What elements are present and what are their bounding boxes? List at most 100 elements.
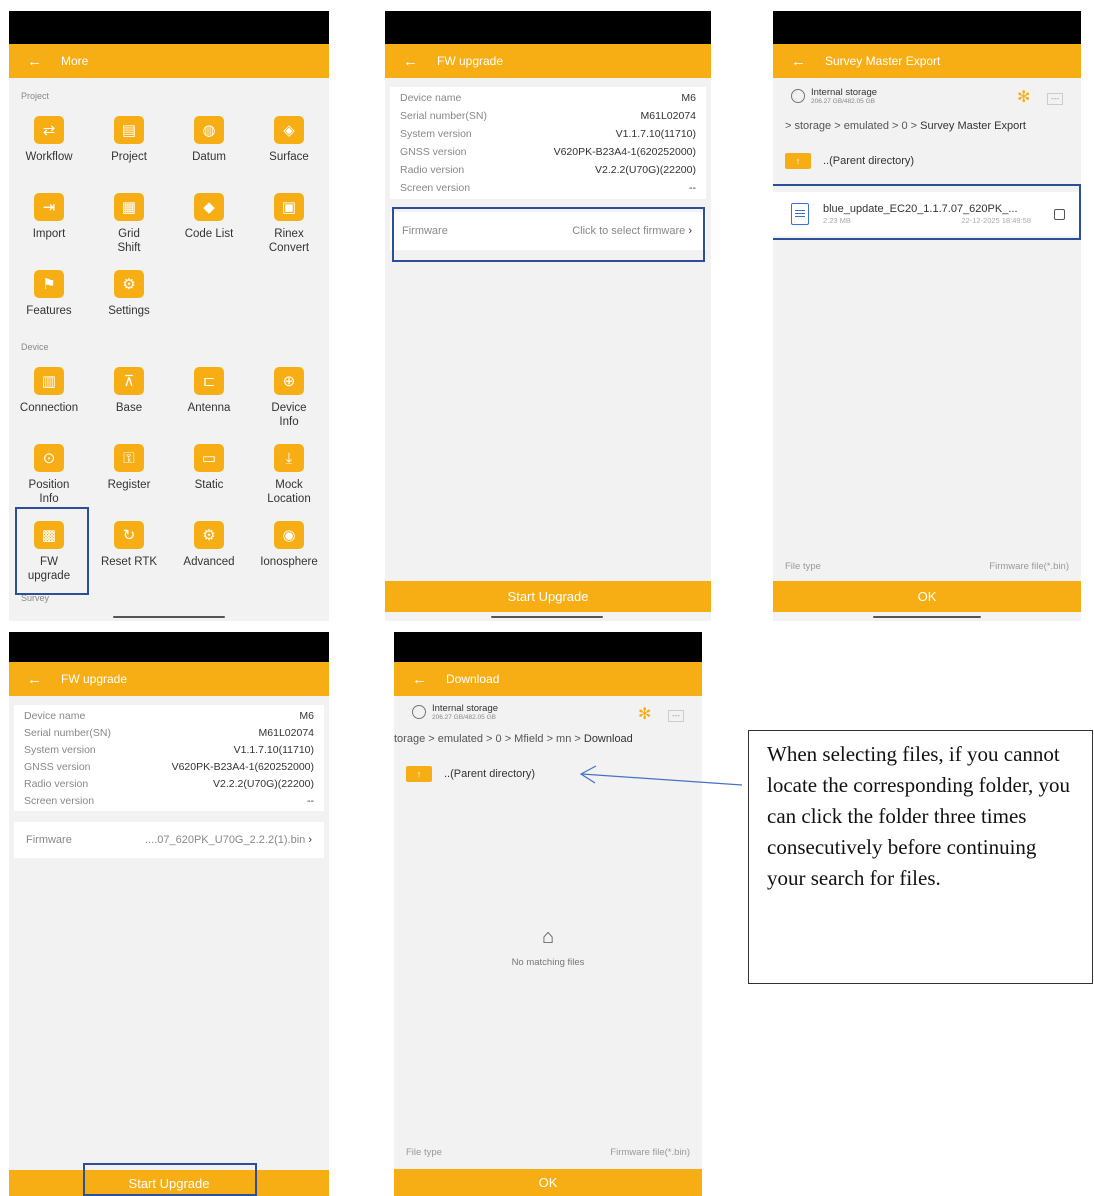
status-bar xyxy=(385,11,711,44)
project-icon: ▤ xyxy=(114,116,144,144)
page-title: Survey Master Export xyxy=(825,54,941,68)
menu-item-device-info[interactable]: ⊕ Device Info xyxy=(249,367,329,429)
chevron-right-icon: › xyxy=(308,834,312,846)
menu-item-import[interactable]: ⇥ Import xyxy=(9,193,89,241)
info-row: System version V1.1.7.10(11710) xyxy=(24,741,314,758)
surface-icon: ◈ xyxy=(274,116,304,144)
menu-item-datum[interactable]: ◍ Datum xyxy=(169,116,249,164)
storage-title: Internal storage xyxy=(432,703,499,714)
menu-item-workflow[interactable]: ⇄ Workflow xyxy=(9,116,89,164)
info-key: Device name xyxy=(24,709,86,722)
menu-item-reset-rtk[interactable]: ↻ Reset RTK xyxy=(89,521,169,569)
menu-item-static[interactable]: ▭ Static xyxy=(169,444,249,492)
info-row: System version V1.1.7.10(11710) xyxy=(400,125,696,143)
rinex-icon: ▣ xyxy=(274,193,304,221)
features-icon: ⚑ xyxy=(34,270,64,298)
storage-selector[interactable]: Internal storage 206.27 GB/482.05 GB xyxy=(412,703,498,721)
menu-item-base[interactable]: ⊼ Base xyxy=(89,367,169,415)
key-icon: ⚿ xyxy=(114,444,144,472)
menu-item-rinex-convert[interactable]: ▣ Rinex Convert xyxy=(249,193,329,255)
info-row: Device name M6 xyxy=(400,89,696,107)
storage-circle-icon xyxy=(791,89,805,103)
status-bar xyxy=(9,632,329,662)
info-row: Radio version V2.2.2(U70G)(22200) xyxy=(24,775,314,792)
bluetooth-icon[interactable]: ✻ xyxy=(638,704,651,724)
tag-icon: ◆ xyxy=(194,193,224,221)
status-bar xyxy=(9,11,329,44)
breadcrumb-prefix[interactable]: torage > emulated > 0 > Mfield > mn > xyxy=(394,733,584,745)
storage-capacity: 206.27 GB/482.05 GB xyxy=(811,98,875,105)
breadcrumb-current: Survey Master Export xyxy=(920,120,1026,132)
menu-item-ionosphere[interactable]: ◉ Ionosphere xyxy=(249,521,329,569)
menu-item-label: Ionosphere xyxy=(260,556,318,568)
menu-item-label: Static xyxy=(194,479,224,491)
menu-item-position-info[interactable]: ⊙ Position Info xyxy=(9,444,89,506)
more-options-icon[interactable]: --- xyxy=(1047,93,1063,105)
empty-state-text: No matching files xyxy=(511,957,585,968)
menu-item-label: Datum xyxy=(192,151,226,163)
ok-button[interactable]: OK xyxy=(394,1169,702,1196)
menu-item-label: Device Info xyxy=(271,402,307,428)
menu-item-label: Reset RTK xyxy=(100,556,158,568)
back-arrow-icon[interactable]: ← xyxy=(791,53,811,70)
firmware-row-highlight xyxy=(392,207,705,262)
menu-item-label: Antenna xyxy=(187,402,231,414)
info-row: Screen version -- xyxy=(24,792,314,809)
back-arrow-icon[interactable]: ← xyxy=(403,53,423,70)
import-icon: ⇥ xyxy=(34,193,64,221)
menu-item-mock-location[interactable]: ⤓ Mock Location xyxy=(249,444,329,506)
parent-directory-label: ..(Parent directory) xyxy=(444,768,536,780)
file-type-value[interactable]: Firmware file(*.bin) xyxy=(989,561,1069,572)
info-key: System version xyxy=(400,128,472,140)
page-title: FW upgrade xyxy=(437,54,504,68)
app-bar: ← FW upgrade xyxy=(385,44,711,78)
page-title: Download xyxy=(446,672,500,686)
firmware-select-row[interactable]: Firmware ....07_620PK_U70G_2.2.2(1).bin … xyxy=(14,822,324,858)
menu-item-antenna[interactable]: ⊏ Antenna xyxy=(169,367,249,415)
menu-item-code-list[interactable]: ◆ Code List xyxy=(169,193,249,241)
breadcrumb: torage > emulated > 0 > Mfield > mn > Do… xyxy=(394,733,633,745)
menu-item-label: Import xyxy=(32,228,66,240)
more-options-icon[interactable]: --- xyxy=(668,710,684,722)
info-value: V620PK-B23A4-1(620252000) xyxy=(553,146,696,158)
menu-item-register[interactable]: ⚿ Register xyxy=(89,444,169,492)
menu-item-label: Project xyxy=(111,151,147,163)
status-bar xyxy=(394,632,702,662)
back-arrow-icon[interactable]: ← xyxy=(412,671,432,688)
start-upgrade-button[interactable]: Start Upgrade xyxy=(385,581,711,612)
firmware-label: Firmware xyxy=(26,834,72,846)
info-key: GNSS version xyxy=(400,146,467,158)
back-arrow-icon[interactable]: ← xyxy=(27,53,47,70)
position-icon: ⊙ xyxy=(34,444,64,472)
menu-item-surface[interactable]: ◈ Surface xyxy=(249,116,329,164)
menu-item-grid-shift[interactable]: ▦ Grid Shift xyxy=(89,193,169,255)
instruction-note: When selecting files, if you cannot loca… xyxy=(748,730,1093,984)
section-label-project: Project xyxy=(21,91,50,101)
status-bar xyxy=(773,11,1081,44)
parent-directory-row[interactable]: ↑ ..(Parent directory) xyxy=(785,153,914,169)
info-key: Serial number(SN) xyxy=(24,726,111,739)
info-key: Serial number(SN) xyxy=(400,110,487,122)
menu-item-features[interactable]: ⚑ Features xyxy=(9,270,89,318)
page-title: FW upgrade xyxy=(61,672,128,686)
app-bar: ← More xyxy=(9,44,329,78)
info-row: Screen version -- xyxy=(400,179,696,197)
app-bar: ← FW upgrade xyxy=(9,662,329,696)
device-info-card: Device name M6 Serial number(SN) M61L02074 S… xyxy=(14,705,324,811)
advanced-gear-icon: ⚙ xyxy=(194,521,224,549)
breadcrumb-prefix[interactable]: > storage > emulated > 0 > xyxy=(785,120,920,132)
menu-item-project[interactable]: ▤ Project xyxy=(89,116,169,164)
parent-directory-row[interactable]: ↑ ..(Parent directory) xyxy=(406,766,535,782)
storage-selector[interactable]: Internal storage 206.27 GB/482.05 GB xyxy=(791,87,877,105)
file-type-value[interactable]: Firmware file(*.bin) xyxy=(610,1147,690,1158)
menu-item-advanced[interactable]: ⚙ Advanced xyxy=(169,521,249,569)
bluetooth-icon[interactable]: ✻ xyxy=(1017,87,1030,107)
file-type-label: File type xyxy=(406,1147,442,1158)
back-arrow-icon[interactable]: ← xyxy=(27,671,47,688)
ok-button[interactable]: OK xyxy=(773,581,1081,612)
connection-icon: ▥ xyxy=(34,367,64,395)
info-value: V620PK-B23A4-1(620252000) xyxy=(171,760,314,773)
menu-item-settings[interactable]: ⚙ Settings xyxy=(89,270,169,318)
menu-item-connection[interactable]: ▥ Connection xyxy=(9,367,89,415)
panel-fw-upgrade-selected-screen: ← FW upgrade Device name M6 Serial number(… xyxy=(9,632,329,1196)
